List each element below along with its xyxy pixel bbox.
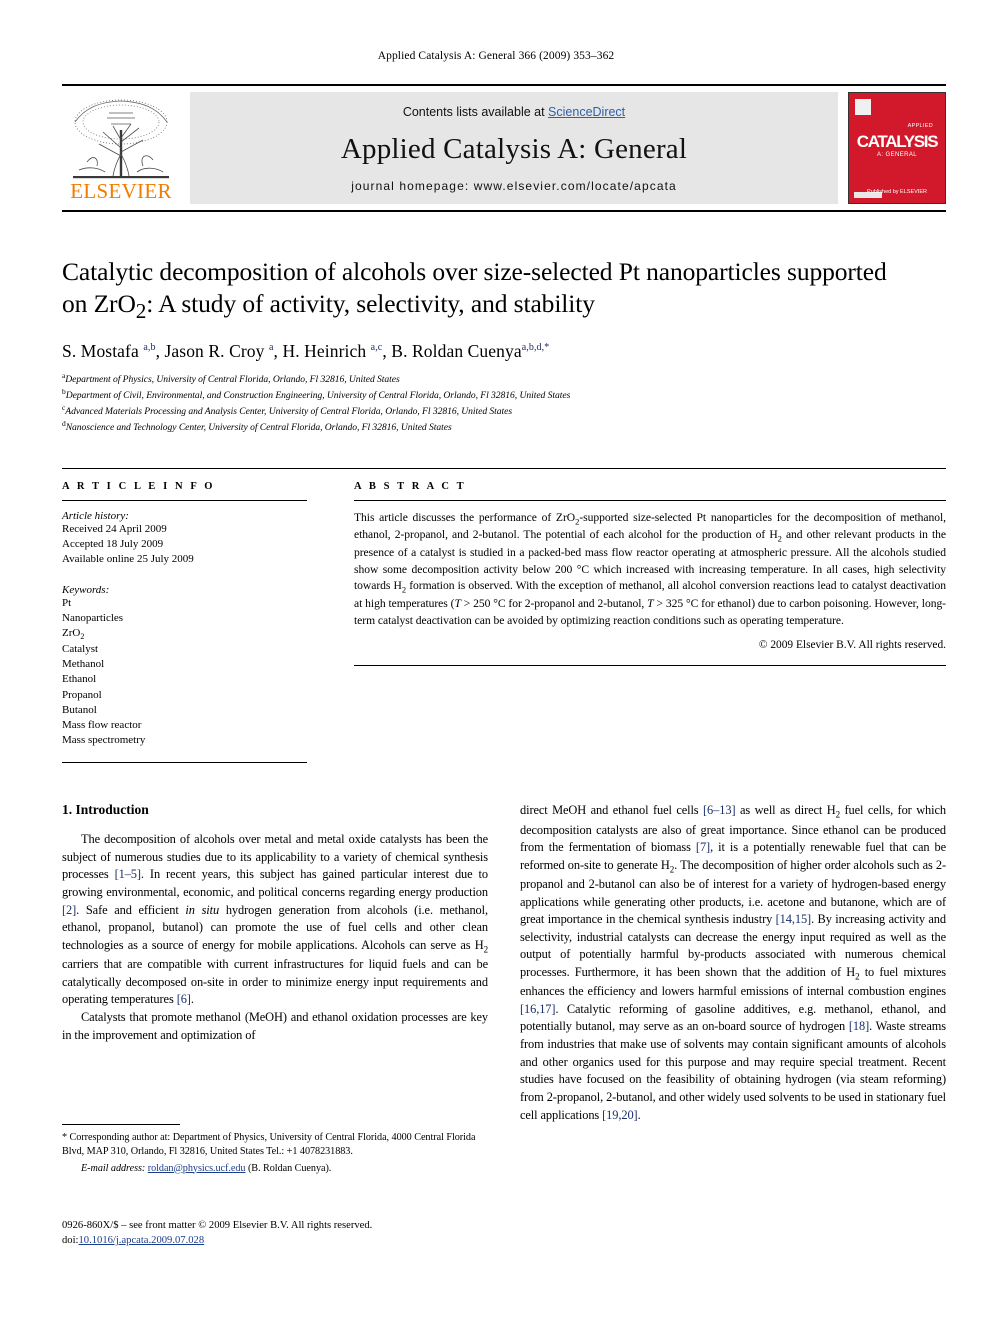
affiliation-item: dNanoscience and Technology Center, Univ…	[62, 419, 946, 435]
keyword-item: Mass flow reactor	[62, 718, 142, 731]
doi-line: doi:10.1016/j.apcata.2009.07.028	[62, 1233, 502, 1248]
journal-banner: ELSEVIER Contents lists available at Sci…	[62, 84, 946, 212]
footnote-rule	[62, 1124, 180, 1125]
keyword-item: Ethanol	[62, 673, 97, 686]
abstract-copyright: © 2009 Elsevier B.V. All rights reserved…	[758, 638, 946, 651]
contents-prefix: Contents lists available at	[402, 105, 549, 119]
keyword-item: Propanol	[62, 688, 102, 701]
author-list: S. Mostafa a,b, Jason R. Croy a, H. Hein…	[62, 341, 946, 362]
body-columns: 1. Introduction The decomposition of alc…	[62, 802, 946, 1124]
abstract-column: A B S T R A C T This article discusses t…	[337, 481, 946, 764]
cover-applied-label: APPLIED	[907, 123, 933, 129]
citation-ref[interactable]: [1–5]	[115, 867, 141, 881]
info-abstract-region: A R T I C L E I N F O Article history: R…	[62, 467, 946, 764]
divider	[354, 664, 946, 666]
author-name: , B. Roldan Cuenya	[382, 341, 522, 362]
citation-ref[interactable]: [7]	[696, 840, 710, 854]
section-heading-introduction: 1. Introduction	[62, 802, 149, 818]
article-history-received: Received 24 April 2009	[62, 522, 167, 535]
email-label: E-mail address:	[81, 1162, 146, 1174]
email-owner: (B. Roldan Cuenya).	[247, 1162, 332, 1174]
affiliation-item: cAdvanced Materials Processing and Analy…	[62, 403, 946, 419]
body-column-left: 1. Introduction The decomposition of alc…	[62, 802, 488, 1124]
keyword-item: Mass spectrometry	[62, 734, 146, 747]
article-title-line2-b: : A study of activity, selectivity, and …	[146, 289, 595, 319]
citation-ref[interactable]: [18]	[849, 1019, 869, 1033]
keywords-block: Keywords: Pt Nanoparticles ZrO2 Catalyst…	[62, 584, 307, 749]
doi-label: doi:	[62, 1235, 79, 1247]
email-note: E-mail address: roldan@physics.ucf.edu (…	[62, 1162, 494, 1176]
issn-line: 0926-860X/$ – see front matter © 2009 El…	[62, 1220, 373, 1231]
divider	[62, 762, 307, 764]
keyword-item: Catalyst	[62, 643, 99, 656]
citation-ref[interactable]: [14,15]	[776, 912, 812, 926]
citation-ref[interactable]: [19,20]	[602, 1108, 638, 1122]
cover-title: CATALYSIS	[856, 132, 939, 151]
article-history-accepted: Accepted 18 July 2009	[62, 537, 164, 550]
elsevier-tree-icon	[73, 99, 169, 179]
banner-center: Contents lists available at ScienceDirec…	[190, 92, 838, 204]
elsevier-logo: ELSEVIER	[62, 92, 180, 204]
author-name: S. Mostafa	[62, 341, 144, 362]
affiliation-item: bDepartment of Civil, Environmental, and…	[62, 387, 946, 403]
affiliation-item: aDepartment of Physics, University of Ce…	[62, 371, 946, 387]
title-block: Catalytic decomposition of alcohols over…	[62, 256, 946, 435]
keyword-item: ZrO2	[62, 626, 85, 642]
author-affiliation-marker: a,c	[370, 342, 383, 354]
journal-homepage[interactable]: journal homepage: www.elsevier.com/locat…	[351, 179, 677, 193]
article-title-line2-a: on ZrO	[62, 289, 136, 319]
doi-link[interactable]: 10.1016/j.apcata.2009.07.028	[78, 1235, 204, 1246]
paragraph: direct MeOH and ethanol fuel cells [6–13…	[520, 803, 947, 1122]
abstract-text: This article discusses the performance o…	[354, 510, 946, 627]
affiliation-text: Department of Physics, University of Cen…	[65, 374, 400, 386]
cover-corner-box	[855, 99, 871, 115]
keyword-item: Butanol	[62, 703, 97, 716]
corresponding-author-note: * Corresponding author at: Department of…	[62, 1132, 476, 1158]
body-column-right: direct MeOH and ethanol fuel cells [6–13…	[520, 802, 946, 1124]
article-title: Catalytic decomposition of alcohols over…	[62, 256, 946, 325]
elsevier-wordmark: ELSEVIER	[70, 179, 172, 203]
citation-ref[interactable]: [6]	[177, 992, 191, 1006]
article-info-column: A R T I C L E I N F O Article history: R…	[62, 481, 337, 764]
contents-lists-line: Contents lists available at ScienceDirec…	[403, 105, 625, 119]
keywords-label: Keywords:	[62, 583, 110, 596]
journal-cover-thumbnail: APPLIED CATALYSIS A: GENERAL Published b…	[848, 92, 946, 204]
divider	[354, 499, 946, 501]
affiliation-text: Department of Civil, Environmental, and …	[65, 390, 571, 402]
journal-title: Applied Catalysis A: General	[340, 132, 688, 165]
paragraph: Catalysts that promote methanol (MeOH) a…	[62, 1009, 488, 1042]
cover-subtitle: A: GENERAL	[876, 152, 917, 158]
abstract-heading: A B S T R A C T	[354, 480, 467, 492]
email-link[interactable]: roldan@physics.ucf.edu	[148, 1163, 246, 1174]
footnote-zone: * Corresponding author at: Department of…	[62, 1124, 494, 1176]
article-history-online: Available online 25 July 2009	[62, 552, 194, 565]
affiliation-list: aDepartment of Physics, University of Ce…	[62, 371, 946, 434]
author-affiliation-marker: a,b	[143, 342, 156, 354]
affiliation-text: Advanced Materials Processing and Analys…	[65, 406, 513, 418]
author-name: , H. Heinrich	[273, 341, 371, 362]
paragraph: The decomposition of alcohols over metal…	[62, 832, 488, 1007]
affiliation-text: Nanoscience and Technology Center, Unive…	[65, 422, 452, 434]
sciencedirect-link[interactable]: ScienceDirect	[548, 105, 625, 119]
citation-ref[interactable]: [2]	[62, 903, 76, 917]
article-info-heading: A R T I C L E I N F O	[62, 480, 216, 492]
keyword-item: Nanoparticles	[62, 611, 124, 624]
author-affiliation-marker: a,b,d,*	[521, 342, 550, 354]
author-name: , Jason R. Croy	[155, 341, 269, 362]
citation-ref[interactable]: [16,17]	[520, 1002, 556, 1016]
citation-ref[interactable]: [6–13]	[703, 803, 736, 817]
keyword-item: Methanol	[62, 658, 105, 671]
divider	[62, 499, 307, 501]
article-history-label: Article history:	[62, 509, 129, 522]
cover-publisher-footer: Published by ELSEVIER	[867, 189, 927, 195]
article-title-line1: Catalytic decomposition of alcohols over…	[62, 257, 887, 286]
article-title-subscript: 2	[135, 299, 147, 324]
keyword-item: Pt	[62, 596, 72, 609]
journal-article-page: Applied Catalysis A: General 366 (2009) …	[0, 0, 992, 1323]
issn-doi-block: 0926-860X/$ – see front matter © 2009 El…	[62, 1218, 502, 1249]
running-head: Applied Catalysis A: General 366 (2009) …	[377, 50, 615, 62]
